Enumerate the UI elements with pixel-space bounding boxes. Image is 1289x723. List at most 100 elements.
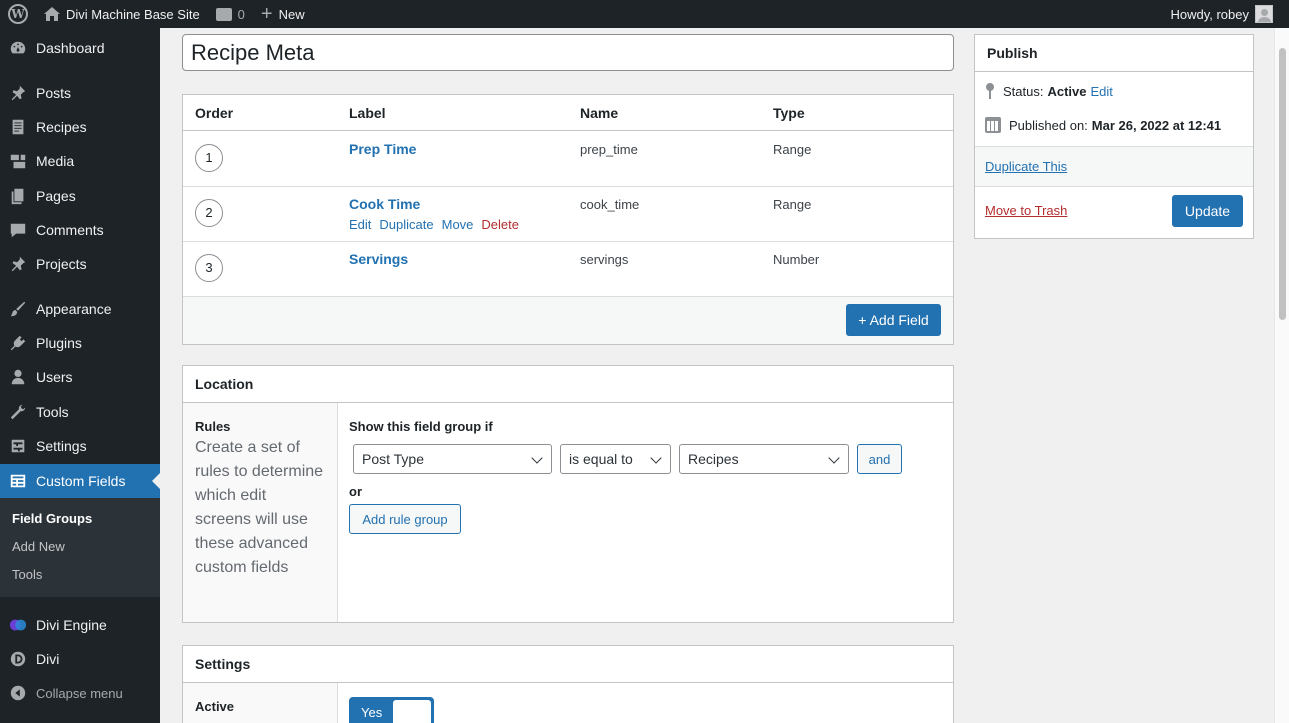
sidebar-item-appearance[interactable]: Appearance [0,292,160,326]
published-value: Mar 26, 2022 at 12:41 [1091,117,1222,133]
pin-icon [986,83,994,99]
collapse-menu-label: Collapse menu [36,685,123,701]
sidebar-item-label: Appearance [36,301,112,317]
sidebar-item-comments[interactable]: Comments [0,213,160,247]
sidebar-item-media[interactable]: Media [0,144,160,178]
divi-icon [0,650,36,668]
settings-icon [0,437,36,455]
sidebar-item-label: Comments [36,222,104,238]
rule-param-select[interactable]: Post Type [353,444,552,474]
title-input[interactable] [182,34,954,71]
publish-box: Publish Status: Active Edit Published on… [974,34,1254,239]
collapse-arrow-icon [0,684,36,702]
column-header-type: Type [773,105,805,121]
published-label: Published on: [1009,117,1088,133]
sidebar-item-label: Media [36,153,75,169]
sidebar-item-label: Pages [36,188,76,204]
site-name-link[interactable]: Divi Machine Base Site [36,0,208,28]
divi-engine-icon [0,616,36,634]
sidebar-item-custom-fields[interactable]: Custom Fields [0,464,160,498]
field-row[interactable]: 1 Prep Time prep_time Range [183,132,953,187]
comments-link[interactable]: 0 [208,0,253,28]
sidebar-item-label: Tools [36,404,69,420]
show-if-label: Show this field group if [349,419,493,434]
field-row[interactable]: 2 Cook Time cook_time Range Edit Duplica… [183,187,953,242]
sidebar-item-tools[interactable]: Tools [0,395,160,429]
field-order-badge[interactable]: 2 [195,199,223,227]
rule-operator-select[interactable]: is equal to [560,444,671,474]
update-button[interactable]: Update [1172,195,1243,227]
field-row[interactable]: 3 Servings servings Number [183,242,953,297]
field-order-badge[interactable]: 3 [195,254,223,282]
sidebar-item-users[interactable]: Users [0,360,160,394]
fields-table: Order Label Name Type 1 Prep Time prep_t… [182,94,954,345]
sidebar-item-divi-engine[interactable]: Divi Engine [0,608,160,642]
sidebar-item-pages[interactable]: Pages [0,179,160,213]
rule-operator-value: is equal to [569,451,633,467]
sidebar-item-dashboard[interactable]: Dashboard [0,31,160,65]
new-content-link[interactable]: + New [253,0,313,28]
field-name: servings [580,252,629,267]
toggle-knob [393,700,431,723]
active-label: Active [183,683,338,723]
collapse-menu-button[interactable]: Collapse menu [0,676,160,710]
edit-status-link[interactable]: Edit [1091,84,1113,99]
sidebar-item-label: Divi [36,651,60,667]
pin-icon [0,255,36,273]
column-header-order: Order [195,105,234,121]
sidebar-item-label: Posts [36,85,72,101]
rule-value-select[interactable]: Recipes [679,444,849,474]
sidebar-item-recipes[interactable]: Recipes [0,110,160,144]
duplicate-field-link[interactable]: Duplicate [379,217,433,232]
table-icon [0,472,36,490]
field-label-link[interactable]: Prep Time [349,141,416,157]
move-to-trash-link[interactable]: Move to Trash [985,203,1067,218]
wordpress-logo-icon[interactable]: W [0,0,36,28]
chevron-down-icon [828,452,840,464]
document-icon [0,118,36,136]
status-row: Status: Active Edit [985,83,1113,99]
submenu-tools[interactable]: Tools [0,561,160,589]
my-account-link[interactable]: Howdy, robey [1162,0,1289,28]
avatar [1255,5,1273,23]
sidebar-item-label: Plugins [36,335,82,351]
sidebar-item-plugins[interactable]: Plugins [0,326,160,360]
admin-sidebar: Dashboard Posts Recipes Media Pages Comm… [0,28,160,723]
duplicate-this-link[interactable]: Duplicate This [985,159,1067,174]
status-label: Status: [1003,83,1044,99]
admin-bar: W Divi Machine Base Site 0 + New Howdy, … [0,0,1289,28]
rule-param-value: Post Type [362,451,425,467]
new-label: New [278,6,305,22]
toggle-yes-label: Yes [361,705,383,720]
active-toggle[interactable]: Yes [349,697,434,723]
show-if-text: Show this field group if [349,419,493,434]
edit-field-link[interactable]: Edit [349,217,371,232]
scrollbar-thumb[interactable] [1279,48,1286,320]
move-field-link[interactable]: Move [442,217,474,232]
field-label-link[interactable]: Servings [349,251,408,267]
sidebar-item-settings[interactable]: Settings [0,429,160,463]
submenu-add-new[interactable]: Add New [0,533,160,561]
add-field-button[interactable]: + Add Field [846,304,941,336]
submenu-field-groups[interactable]: Field Groups [0,505,160,533]
sidebar-item-label: Dashboard [36,40,105,56]
and-rule-button[interactable]: and [857,444,902,474]
row-actions: Edit Duplicate Move Delete [349,217,519,232]
sidebar-item-projects[interactable]: Projects [0,247,160,281]
sidebar-item-label: Users [36,369,73,385]
brush-icon [0,300,36,318]
field-label-link[interactable]: Cook Time [349,196,420,212]
location-box: Location Rules Create a set of rules to … [182,365,954,623]
delete-field-link[interactable]: Delete [481,217,519,232]
add-rule-group-button[interactable]: Add rule group [349,504,461,534]
page-scrollbar[interactable] [1274,28,1289,723]
sidebar-item-posts[interactable]: Posts [0,76,160,110]
rule-value-value: Recipes [688,451,739,467]
plus-icon: + [260,3,273,25]
settings-box: Settings Active Yes [182,645,954,723]
comment-icon [0,221,36,239]
pin-icon [0,84,36,102]
sidebar-item-label: Projects [36,256,87,272]
sidebar-item-divi[interactable]: Divi [0,642,160,676]
field-order-badge[interactable]: 1 [195,144,223,172]
